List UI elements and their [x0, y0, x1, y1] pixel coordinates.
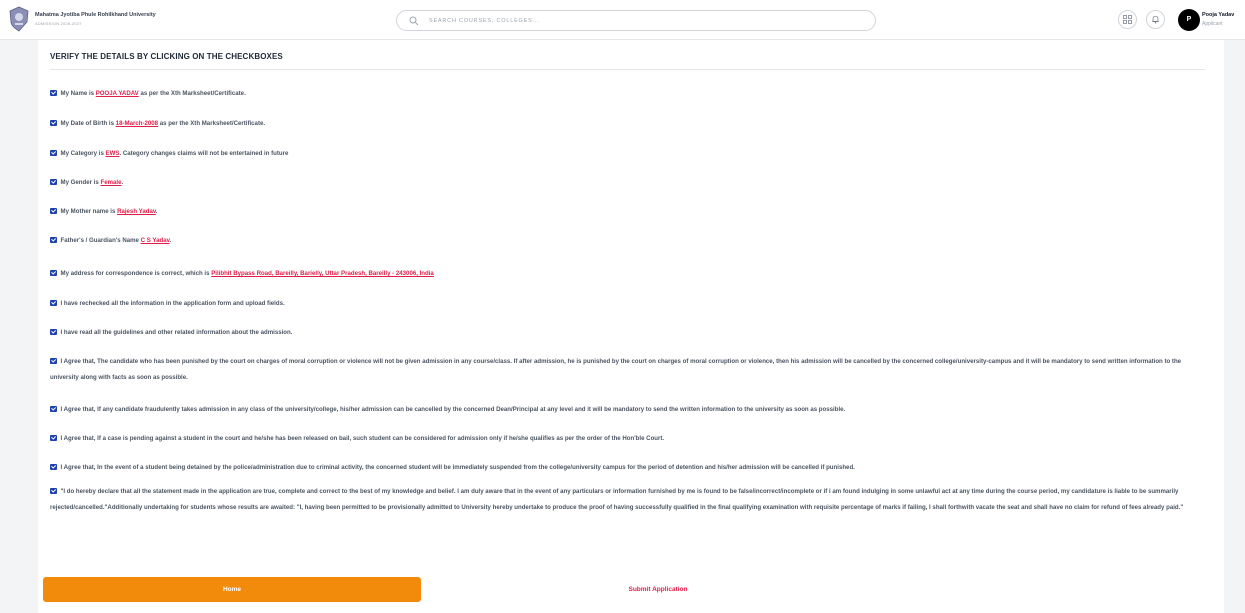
user-name: Pooja Yadav [1202, 12, 1235, 18]
avatar[interactable]: P [1178, 9, 1200, 31]
verification-text-suffix: as per the Xth Marksheet/Certificate. [158, 120, 266, 127]
verification-text: "I do hereby declare that all the statem… [50, 488, 1184, 511]
verification-text: I Agree that, If a case is pending again… [60, 435, 665, 442]
verification-value: EWS [105, 150, 120, 157]
verification-text: I Agree that, If any candidate fraudulen… [60, 406, 846, 413]
verification-text-suffix: . [155, 208, 158, 215]
divider [50, 69, 1205, 70]
verification-item: I have rechecked all the information in … [50, 296, 1205, 312]
verify-checkbox[interactable] [50, 434, 57, 441]
verification-item: My Category is EWS. Category changes cla… [50, 146, 1205, 162]
verification-value: Rajesh Yadav [117, 208, 156, 215]
notifications-button[interactable] [1146, 10, 1165, 29]
verification-item: My Gender is Female. [50, 175, 1205, 191]
verification-item: I Agree that, If a case is pending again… [50, 431, 1205, 447]
verification-value: Female [100, 179, 122, 186]
search-bar[interactable] [396, 10, 876, 31]
verification-text: My Gender is [60, 179, 101, 186]
verification-text: I Agree that, In the event of a student … [60, 464, 855, 471]
verification-item: "I do hereby declare that all the statem… [50, 484, 1205, 516]
verification-item: I have read all the guidelines and other… [50, 325, 1205, 341]
verification-text: My Category is [60, 150, 106, 157]
verify-checkbox[interactable] [50, 463, 57, 470]
verify-checkbox[interactable] [50, 178, 57, 185]
apps-grid-icon [1123, 15, 1132, 24]
user-role: Applicant [1202, 21, 1223, 27]
verify-checkbox[interactable] [50, 269, 57, 276]
university-subtitle: ADMISSION 2026-2027 [35, 21, 82, 26]
university-logo[interactable] [8, 6, 30, 32]
verification-card: VERIFY THE DETAILS BY CLICKING ON THE CH… [38, 40, 1224, 613]
verify-checkbox[interactable] [50, 89, 57, 96]
verification-item: I Agree that, In the event of a student … [50, 460, 1205, 476]
verification-item: Father's / Guardian's Name C S Yadav. [50, 233, 1205, 249]
verify-checkbox[interactable] [50, 357, 57, 364]
verification-value: POOJA YADAV [95, 90, 139, 97]
verification-text-suffix: . [121, 179, 124, 186]
apps-button[interactable] [1118, 10, 1137, 29]
verification-value: 18-March-2008 [115, 120, 159, 127]
search-input[interactable] [429, 12, 859, 29]
submit-application-button[interactable]: Submit Application [478, 577, 838, 602]
verification-item: My Mother name is Rajesh Yadav. [50, 204, 1205, 220]
verification-text: My Name is [60, 90, 96, 97]
verification-text-suffix: . Category changes claims will not be en… [119, 150, 289, 157]
verify-checkbox[interactable] [50, 405, 57, 412]
verify-checkbox[interactable] [50, 299, 57, 306]
verification-text: Father's / Guardian's Name [60, 237, 141, 244]
verify-checkbox[interactable] [50, 487, 57, 494]
bell-icon [1152, 15, 1159, 24]
verification-item: My address for correspondence is correct… [50, 266, 1205, 282]
page-title: VERIFY THE DETAILS BY CLICKING ON THE CH… [50, 52, 283, 61]
verify-checkbox[interactable] [50, 149, 57, 156]
verification-text-suffix: . [169, 237, 172, 244]
university-name: Mahatma Jyotiba Phule Rohilkhand Univers… [35, 12, 156, 18]
verification-value: C S Yadav [140, 237, 170, 244]
verification-item: I Agree that, If any candidate fraudulen… [50, 402, 1205, 418]
verification-text: I Agree that, The candidate who has been… [50, 358, 1182, 381]
verify-checkbox[interactable] [50, 119, 57, 126]
verification-text-suffix: as per the Xth Marksheet/Certificate. [138, 90, 246, 97]
verification-text: My address for correspondence is correct… [60, 270, 212, 277]
top-bar: Mahatma Jyotiba Phule Rohilkhand Univers… [0, 0, 1245, 40]
verification-item: My Name is POOJA YADAV as per the Xth Ma… [50, 86, 1205, 102]
verification-item: I Agree that, The candidate who has been… [50, 354, 1205, 386]
verification-item: My Date of Birth is 18-March-2008 as per… [50, 116, 1205, 132]
verification-text: My Mother name is [60, 208, 118, 215]
search-icon [409, 16, 419, 26]
verification-text: I have rechecked all the information in … [60, 300, 285, 307]
home-button[interactable]: Home [43, 577, 421, 602]
verify-checkbox[interactable] [50, 207, 57, 214]
verification-text: I have read all the guidelines and other… [60, 329, 293, 336]
verification-text: My Date of Birth is [60, 120, 116, 127]
verification-value: Pilibhit Bypass Road, Bareilly, Barielly… [211, 270, 434, 277]
verify-checkbox[interactable] [50, 236, 57, 243]
verify-checkbox[interactable] [50, 328, 57, 335]
